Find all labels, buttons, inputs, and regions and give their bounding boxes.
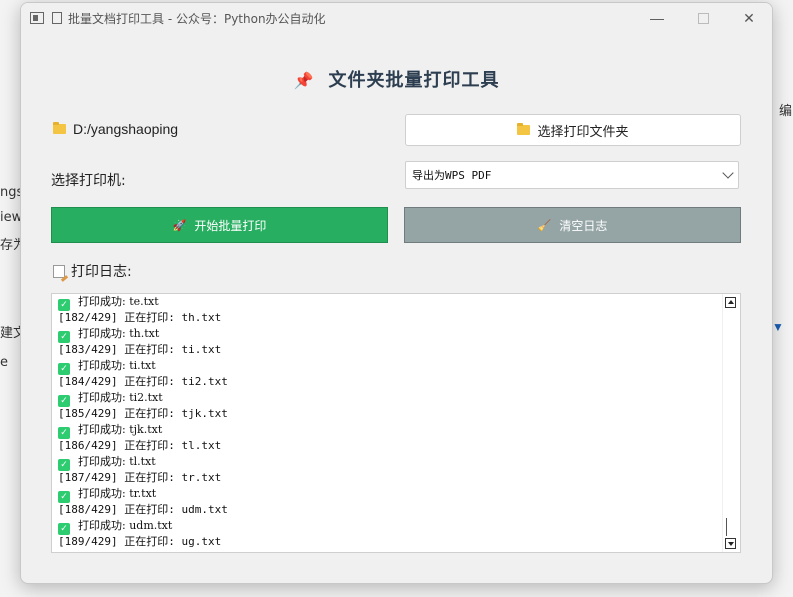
log-line: [186/429] 正在打印: tl.txt (58, 438, 720, 454)
choose-folder-button[interactable]: 选择打印文件夹 (405, 114, 741, 146)
scroll-down-arrow-icon[interactable] (725, 538, 736, 549)
log-line: [187/429] 正在打印: tr.txt (58, 470, 720, 486)
printer-select[interactable]: 导出为WPS PDF (405, 161, 739, 189)
log-line-text: [186/429] 正在打印: tl.txt (58, 439, 222, 452)
bg-text-fragment: iew (0, 210, 23, 225)
selected-folder: D:/yangshaoping (53, 121, 178, 137)
folder-icon (517, 123, 531, 135)
log-line: [185/429] 正在打印: tjk.txt (58, 406, 720, 422)
log-line-text: 打印成功: ti2.txt (78, 391, 163, 404)
log-line-text: 打印成功: tjk.txt (78, 423, 163, 436)
log-line-text: [184/429] 正在打印: ti2.txt (58, 375, 228, 388)
choose-folder-label: 选择打印文件夹 (537, 124, 629, 140)
app-icon (30, 12, 44, 24)
page-title: 📌 文件夹批量打印工具 (21, 66, 772, 92)
start-print-button[interactable]: 🚀 开始批量打印 (51, 207, 388, 243)
scroll-thumb[interactable] (726, 518, 736, 536)
bg-dropdown-arrow-icon: ▼ (772, 320, 784, 334)
scroll-up-arrow-icon[interactable] (725, 297, 736, 308)
log-textarea[interactable]: ✓ 打印成功: te.txt [182/429] 正在打印: th.txt ✓ 打印成功… (51, 293, 741, 553)
minimize-button[interactable]: — (634, 3, 680, 33)
log-heading: 打印日志: (53, 261, 132, 281)
printer-label: 选择打印机: (51, 173, 126, 189)
log-line: [189/429] 正在打印: ug.txt (58, 534, 720, 550)
log-line-text: [188/429] 正在打印: udm.txt (58, 503, 228, 516)
log-line-text: 打印成功: udm.txt (78, 519, 173, 532)
window-title: 批量文档打印工具 - 公众号：Python办公自动化 (68, 11, 326, 26)
log-line: ✓ 打印成功: udm.txt (58, 518, 720, 535)
log-line-text: [185/429] 正在打印: tjk.txt (58, 407, 228, 420)
log-line: [182/429] 正在打印: th.txt (58, 310, 720, 326)
clear-log-label: 清空日志 (559, 218, 608, 233)
rocket-icon: 🚀 (172, 218, 187, 232)
log-line: ✓ 打印成功: th.txt (58, 326, 720, 343)
maximize-button[interactable] (680, 3, 726, 33)
log-line-text: 打印成功: tl.txt (78, 455, 156, 468)
log-line-text: [182/429] 正在打印: th.txt (58, 311, 222, 324)
maximize-icon (697, 12, 709, 24)
log-line-text: 打印成功: th.txt (78, 327, 160, 340)
log-line: ✓ 打印成功: te.txt (58, 294, 720, 311)
folder-icon (53, 122, 66, 134)
log-line: [183/429] 正在打印: ti.txt (58, 342, 720, 358)
log-line: [184/429] 正在打印: ti2.txt (58, 374, 720, 390)
clear-log-button[interactable]: 🧹 清空日志 (404, 207, 741, 243)
main-window: 批量文档打印工具 - 公众号：Python办公自动化 — ✕ 📌 文件夹批量打印工… (20, 2, 773, 584)
printer-selected-value: 导出为WPS PDF (412, 169, 492, 182)
minimize-icon: — (650, 10, 664, 26)
bg-text-fragment: 编 (779, 104, 793, 119)
log-line: ✓ 打印成功: tl.txt (58, 454, 720, 471)
log-line-text: 打印成功: tr.txt (78, 487, 157, 500)
bg-text-fragment: e (0, 355, 8, 370)
log-lines: ✓ 打印成功: te.txt [182/429] 正在打印: th.txt ✓ 打印成功… (58, 294, 720, 550)
log-line-text: [183/429] 正在打印: ti.txt (58, 343, 222, 356)
log-heading-text: 打印日志: (71, 264, 132, 280)
title-bar[interactable]: 批量文档打印工具 - 公众号：Python办公自动化 — ✕ (21, 3, 772, 33)
log-line: ✓ 打印成功: tr.txt (58, 486, 720, 503)
close-button[interactable]: ✕ (726, 3, 772, 33)
pushpin-icon: 📌 (293, 71, 315, 90)
log-line: ✓ 打印成功: ti2.txt (58, 390, 720, 407)
page-title-text: 文件夹批量打印工具 (328, 70, 500, 91)
close-icon: ✕ (743, 9, 755, 26)
broom-icon: 🧹 (537, 218, 552, 232)
log-line: [188/429] 正在打印: udm.txt (58, 502, 720, 518)
log-line-text: [189/429] 正在打印: ug.txt (58, 535, 222, 548)
folder-path: D:/yangshaoping (73, 121, 179, 137)
start-print-label: 开始批量打印 (194, 218, 267, 233)
log-line: ✓ 打印成功: ti.txt (58, 358, 720, 375)
memo-icon (53, 264, 65, 278)
log-line-text: 打印成功: te.txt (78, 295, 159, 308)
log-line-text: 打印成功: ti.txt (78, 359, 156, 372)
document-icon (52, 12, 62, 24)
chevron-down-icon (722, 167, 734, 179)
log-line-text: [187/429] 正在打印: tr.txt (58, 471, 222, 484)
log-scrollbar[interactable] (722, 294, 740, 552)
log-line: ✓ 打印成功: tjk.txt (58, 422, 720, 439)
